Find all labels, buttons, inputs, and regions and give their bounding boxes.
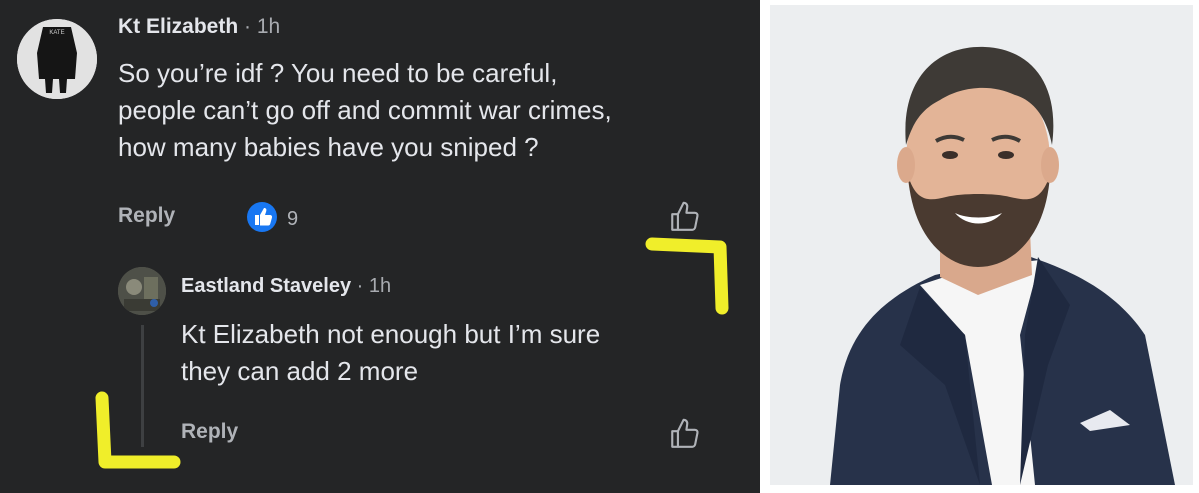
like-button-2[interactable] [668, 417, 702, 456]
reply-line: they can add 2 more [181, 356, 419, 386]
avatar-eastland-staveley[interactable] [118, 267, 166, 315]
reply-author-name[interactable]: Eastland Staveley [181, 275, 351, 297]
reply-timestamp[interactable]: · 1h [357, 275, 391, 297]
reply-text: Kt Elizabeth not enough but I’m sure the… [181, 316, 741, 390]
highlight-markings [95, 237, 729, 469]
comment-panel: KATE Kt Elizabeth · 1h So you’re idf ? Y… [0, 0, 760, 493]
thread-connector-line [141, 325, 144, 447]
thumbs-up-icon [668, 418, 702, 455]
highlight-bracket-bottom [95, 391, 181, 469]
portrait-illustration [770, 5, 1193, 485]
reply-line: Kt Elizabeth not enough but I’m sure [181, 319, 601, 349]
reply-button-2[interactable]: Reply [181, 420, 238, 444]
portrait-photo [770, 5, 1193, 485]
reply-author-row: Eastland Staveley · 1h [181, 275, 391, 298]
highlight-bracket-top [645, 237, 729, 315]
